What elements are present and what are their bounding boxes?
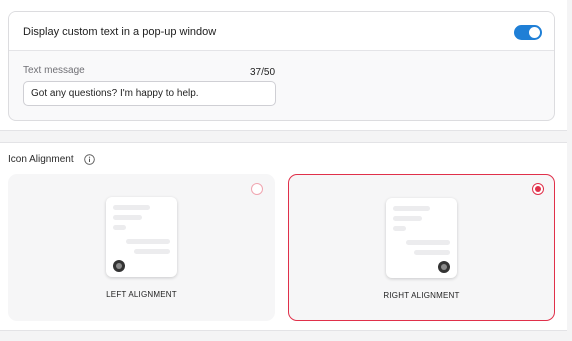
character-count: 37/50 [250, 67, 276, 78]
info-icon[interactable] [84, 154, 95, 165]
toggle-knob [529, 27, 540, 38]
settings-page: Display custom text in a pop-up window T… [0, 0, 572, 341]
preview-bar [406, 240, 450, 245]
popup-toggle-label: Display custom text in a pop-up window [23, 26, 217, 38]
chat-bubble-icon [438, 261, 450, 273]
right-alignment-label: RIGHT ALIGNMENT [383, 291, 460, 300]
radio-selected-dot [535, 186, 541, 192]
popup-card-header: Display custom text in a pop-up window [9, 12, 554, 51]
chat-bubble-icon [113, 260, 125, 272]
left-alignment-option[interactable]: LEFT ALIGNMENT [8, 174, 275, 321]
left-alignment-label: LEFT ALIGNMENT [106, 290, 177, 299]
preview-bar [113, 215, 142, 220]
right-alignment-option[interactable]: RIGHT ALIGNMENT [288, 174, 555, 321]
preview-bar [393, 206, 430, 211]
preview-bar [414, 250, 450, 255]
left-alignment-radio[interactable] [251, 183, 263, 195]
popup-toggle[interactable] [514, 25, 542, 40]
left-alignment-preview [106, 197, 177, 277]
popup-settings-card: Display custom text in a pop-up window T… [8, 11, 555, 121]
right-alignment-preview [386, 198, 457, 278]
preview-bar [393, 226, 406, 231]
preview-bar [393, 216, 422, 221]
icon-alignment-title: Icon Alignment [8, 154, 74, 165]
preview-bar [113, 225, 126, 230]
preview-bar [126, 239, 170, 244]
right-alignment-radio[interactable] [532, 183, 544, 195]
preview-bar [134, 249, 170, 254]
text-message-label: Text message [23, 65, 85, 76]
preview-bar [113, 205, 150, 210]
text-message-input[interactable] [23, 81, 276, 106]
